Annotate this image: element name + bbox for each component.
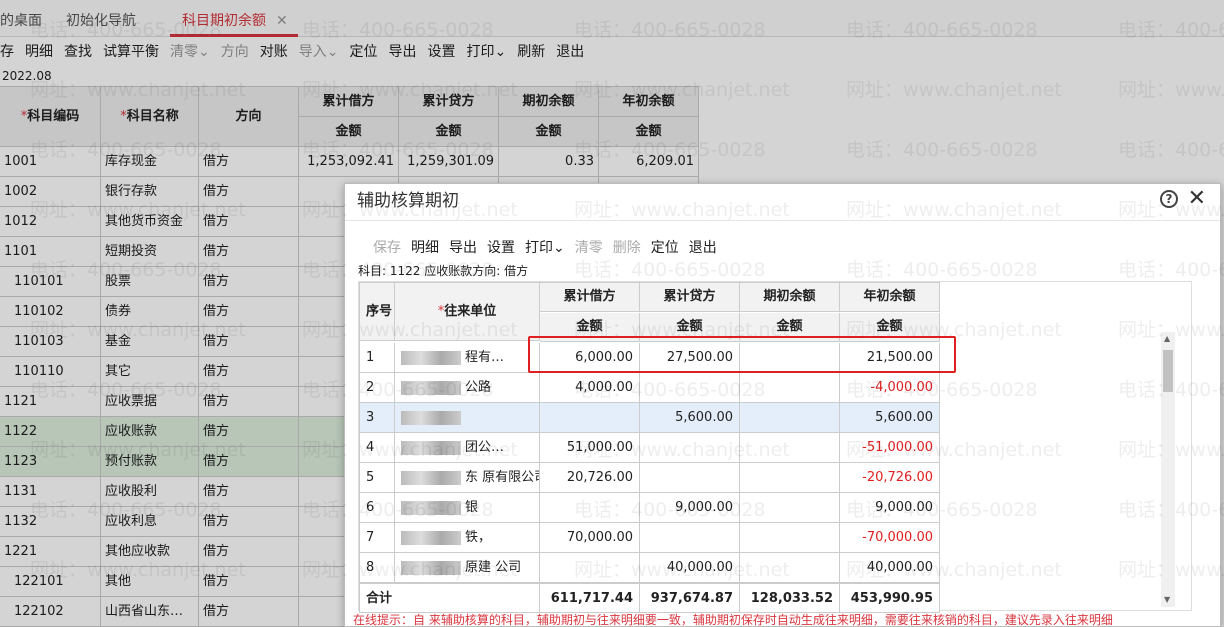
cell-debit[interactable]: [540, 493, 640, 523]
cell-opening[interactable]: [740, 553, 840, 583]
dialog-toolbar-button[interactable]: 保存: [373, 238, 401, 258]
cell-seq: 5: [360, 463, 395, 493]
cell-credit[interactable]: 9,000.00: [640, 493, 740, 523]
dialog-grid: 序号 *往来单位 累计借方 累计贷方 期初余额 年初余额 金额 金额 金额 金额…: [358, 281, 1192, 613]
redacted-block: [401, 440, 461, 455]
cell-year[interactable]: -20,726.00: [840, 463, 940, 493]
redacted-block: [401, 470, 461, 485]
cell-year[interactable]: -51,000.00: [840, 433, 940, 463]
dialog-toolbar: 保存 明细 导出 设置 打印⌄ 清零 删除 定位 退出: [373, 238, 717, 258]
dialog-toolbar-button[interactable]: 定位: [651, 238, 679, 258]
cell-opening[interactable]: [740, 463, 840, 493]
total-debit: 611,717.44: [540, 583, 640, 613]
tip-text: 在线提示：自 来辅助核算的科目，辅助期初与往来明细要一致，辅助期初保存时自动生成…: [353, 613, 1113, 627]
cell-unit[interactable]: 公路: [395, 373, 540, 403]
dialog-toolbar-button[interactable]: 退出: [689, 238, 717, 258]
scrollbar-thumb[interactable]: [1163, 350, 1173, 392]
cell-debit[interactable]: 70,000.00: [540, 523, 640, 553]
dialog-toolbar-button[interactable]: 打印⌄: [525, 238, 565, 258]
redacted-block: [401, 560, 461, 575]
unit-name: 铁，: [465, 530, 492, 545]
col-credit: 累计贷方: [640, 283, 740, 312]
col-year-start: 年初余额: [840, 283, 940, 312]
unit-name: 银: [465, 500, 479, 515]
subject-info: 科目: 1122 应收账款方向: 借方: [358, 264, 529, 278]
total-year: 453,990.95: [840, 583, 940, 613]
cell-debit[interactable]: 4,000.00: [540, 373, 640, 403]
dialog-title: 辅助核算期初: [357, 191, 459, 211]
auxiliary-opening-dialog: 辅助核算期初 ? ✕ 保存 明细 导出 设置 打印⌄ 清零 删除 定位 退出 科目: 1122 …: [344, 183, 1221, 627]
cell-credit[interactable]: [640, 433, 740, 463]
close-icon[interactable]: ✕: [1188, 186, 1206, 212]
scroll-up-icon[interactable]: ▲: [1164, 334, 1170, 344]
cell-credit[interactable]: [640, 463, 740, 493]
redacted-block: [401, 380, 461, 395]
divider: [345, 220, 1220, 221]
cell-year[interactable]: -70,000.00: [840, 523, 940, 553]
cell-year[interactable]: 5,600.00: [840, 403, 940, 433]
redacted-block: [401, 350, 461, 365]
dialog-toolbar-button[interactable]: 设置: [487, 238, 515, 258]
col-unit: *往来单位: [395, 283, 540, 341]
total-label: 合计: [360, 583, 540, 613]
cell-seq: 4: [360, 433, 395, 463]
cell-seq: 7: [360, 523, 395, 553]
cell-unit[interactable]: 程有…: [395, 343, 540, 373]
cell-seq: 2: [360, 373, 395, 403]
cell-year[interactable]: 40,000.00: [840, 553, 940, 583]
cell-year[interactable]: 9,000.00: [840, 493, 940, 523]
cell-unit[interactable]: [395, 403, 540, 433]
unit-name: 公路: [465, 380, 492, 395]
auxiliary-table: 序号 *往来单位 累计借方 累计贷方 期初余额 年初余额 金额 金额 金额 金额…: [359, 282, 940, 613]
dialog-toolbar-button[interactable]: 清零: [575, 238, 603, 258]
cell-opening[interactable]: [740, 523, 840, 553]
redacted-block: [401, 530, 461, 545]
help-icon[interactable]: ?: [1160, 190, 1178, 208]
cell-year[interactable]: -4,000.00: [840, 373, 940, 403]
cell-debit[interactable]: [540, 403, 640, 433]
cell-opening[interactable]: [740, 403, 840, 433]
vertical-scrollbar[interactable]: ▲ ▼: [1161, 332, 1175, 607]
unit-name: 原建 公司: [465, 560, 522, 575]
unit-name: 团公…: [465, 440, 505, 455]
col-opening: 期初余额: [740, 283, 840, 312]
dialog-toolbar-button[interactable]: 删除: [613, 238, 641, 258]
unit-name: 东 原有限公司: [465, 470, 540, 485]
col-debit: 累计借方: [540, 283, 640, 312]
cell-credit[interactable]: [640, 523, 740, 553]
unit-name: 程有…: [465, 350, 505, 365]
cell-opening[interactable]: [740, 433, 840, 463]
dialog-toolbar-button[interactable]: 明细: [411, 238, 439, 258]
cell-seq: 1: [360, 343, 395, 373]
cell-seq: 3: [360, 403, 395, 433]
cell-unit[interactable]: 原建 公司: [395, 553, 540, 583]
cell-seq: 8: [360, 553, 395, 583]
redacted-block: [401, 410, 461, 425]
cell-unit[interactable]: 银: [395, 493, 540, 523]
redacted-block: [401, 500, 461, 515]
cell-unit[interactable]: 东 原有限公司: [395, 463, 540, 493]
cell-credit[interactable]: 5,600.00: [640, 403, 740, 433]
cell-debit[interactable]: 20,726.00: [540, 463, 640, 493]
cell-opening[interactable]: [740, 373, 840, 403]
col-seq: 序号: [360, 283, 395, 341]
cell-debit[interactable]: 51,000.00: [540, 433, 640, 463]
total-opening: 128,033.52: [740, 583, 840, 613]
highlight-annotation-box: [528, 336, 956, 373]
cell-unit[interactable]: 团公…: [395, 433, 540, 463]
cell-unit[interactable]: 铁，: [395, 523, 540, 553]
cell-opening[interactable]: [740, 493, 840, 523]
total-credit: 937,674.87: [640, 583, 740, 613]
dialog-toolbar-button[interactable]: 导出: [449, 238, 477, 258]
cell-seq: 6: [360, 493, 395, 523]
scroll-down-icon[interactable]: ▼: [1164, 595, 1170, 605]
cell-credit[interactable]: 40,000.00: [640, 553, 740, 583]
cell-credit[interactable]: [640, 373, 740, 403]
cell-debit[interactable]: [540, 553, 640, 583]
